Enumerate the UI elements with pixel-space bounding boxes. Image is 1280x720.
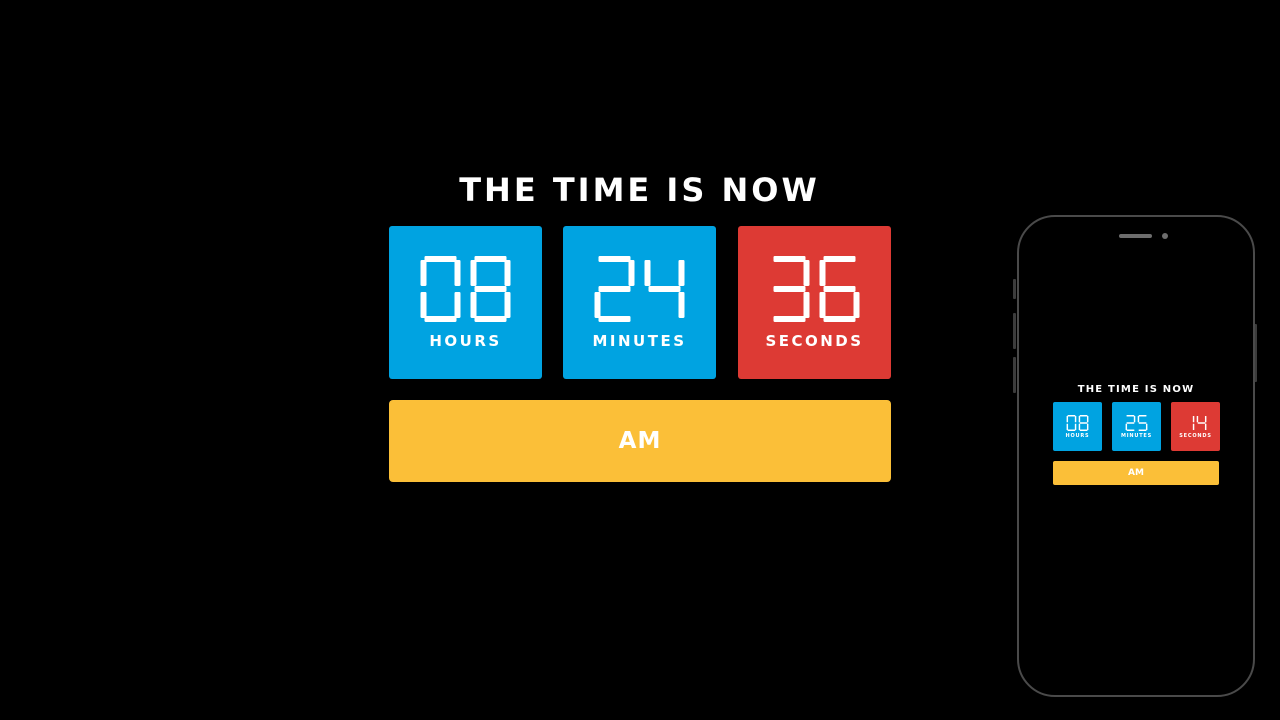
digit-segment [474, 316, 507, 322]
minutes-tile: MINUTES [563, 226, 716, 379]
digit-segment [648, 286, 681, 292]
seconds-label: SECONDS [765, 332, 864, 350]
phone-period-bar: AM [1053, 461, 1219, 485]
seconds-digits [773, 256, 860, 322]
digit-segment [1125, 423, 1128, 431]
digit-segment [1192, 423, 1195, 431]
digit-segment [1204, 415, 1207, 423]
minutes-digits [594, 256, 685, 322]
phone-minutes-digits [1125, 415, 1148, 431]
digit-segment [1079, 422, 1088, 424]
digit-segment [504, 292, 511, 318]
phone-mute-button [1013, 279, 1016, 299]
digit-segment [1196, 415, 1199, 423]
page-title: THE TIME IS NOW [459, 171, 820, 209]
digit-segment [1138, 429, 1147, 431]
digit-segment [823, 256, 856, 262]
digit-segment [1137, 415, 1140, 423]
phone-hours-digits [1066, 415, 1089, 431]
hours-label: HOURS [429, 332, 502, 350]
clock-page: THE TIME IS NOW HOURS MINUTES SECONDS AM… [0, 0, 1280, 720]
digit-segment [598, 256, 631, 262]
digit-segment [1074, 415, 1077, 423]
digit-segment [773, 316, 806, 322]
digit-segment [420, 292, 427, 318]
phone-hours-tile: HOURS [1053, 402, 1102, 451]
digit-segment [1086, 423, 1089, 431]
digit-segment [454, 292, 461, 318]
digit-segment [424, 256, 457, 262]
digit-segment [823, 316, 856, 322]
digit-segment [773, 256, 806, 262]
phone-minutes-label: MINUTES [1120, 433, 1153, 439]
digit-segment [1126, 429, 1135, 431]
digit-segment [1126, 415, 1135, 417]
digit-segment [628, 260, 635, 286]
digit-segment [819, 292, 826, 318]
hours-tile: HOURS [389, 226, 542, 379]
phone-volume-down-button [1013, 357, 1016, 393]
digit-segment [644, 260, 651, 286]
digit-segment [594, 292, 601, 318]
digit-segment [823, 286, 856, 292]
hours-digits [420, 256, 511, 322]
digit-segment [1078, 415, 1081, 423]
digit-segment [803, 292, 810, 318]
digit-segment [819, 260, 826, 286]
seconds-tile: SECONDS [738, 226, 891, 379]
digit-segment [424, 316, 457, 322]
digit-segment [1133, 415, 1136, 423]
phone-camera-icon [1162, 233, 1168, 239]
period-bar: AM [389, 400, 891, 482]
phone-title: THE TIME IS NOW [1077, 384, 1195, 395]
phone-hours-label: HOURS [1065, 433, 1090, 439]
digit-segment [1138, 415, 1147, 417]
digit-segment [470, 292, 477, 318]
digit-segment [1078, 423, 1081, 431]
phone-seconds-digits [1192, 415, 1207, 431]
digit-segment [598, 316, 631, 322]
phone-speaker [1119, 234, 1152, 238]
digit-segment [1197, 422, 1206, 424]
digit-segment [1066, 423, 1069, 431]
phone-mockup [1017, 215, 1255, 697]
digit-segment [1066, 415, 1069, 423]
digit-segment [1204, 423, 1207, 431]
digit-segment [420, 260, 427, 286]
digit-segment [454, 260, 461, 286]
digit-segment [598, 286, 631, 292]
digit-segment [470, 260, 477, 286]
digit-segment [474, 256, 507, 262]
digit-segment [1079, 429, 1088, 431]
digit-segment [678, 260, 685, 286]
digit-segment [1067, 429, 1076, 431]
phone-seconds-tile: SECONDS [1171, 402, 1220, 451]
digit-segment [773, 286, 806, 292]
minutes-label: MINUTES [592, 332, 687, 350]
digit-segment [1138, 422, 1147, 424]
phone-volume-up-button [1013, 313, 1016, 349]
digit-segment [1126, 422, 1135, 424]
phone-seconds-label: SECONDS [1179, 433, 1212, 439]
digit-segment [853, 292, 860, 318]
digit-segment [1079, 415, 1088, 417]
digit-segment [1145, 423, 1148, 431]
digit-segment [1067, 415, 1076, 417]
digit-segment [474, 286, 507, 292]
digit-segment [678, 292, 685, 318]
phone-minutes-tile: MINUTES [1112, 402, 1161, 451]
digit-segment [504, 260, 511, 286]
digit-segment [1074, 423, 1077, 431]
digit-segment [1086, 415, 1089, 423]
digit-segment [803, 260, 810, 286]
digit-segment [1192, 415, 1195, 423]
